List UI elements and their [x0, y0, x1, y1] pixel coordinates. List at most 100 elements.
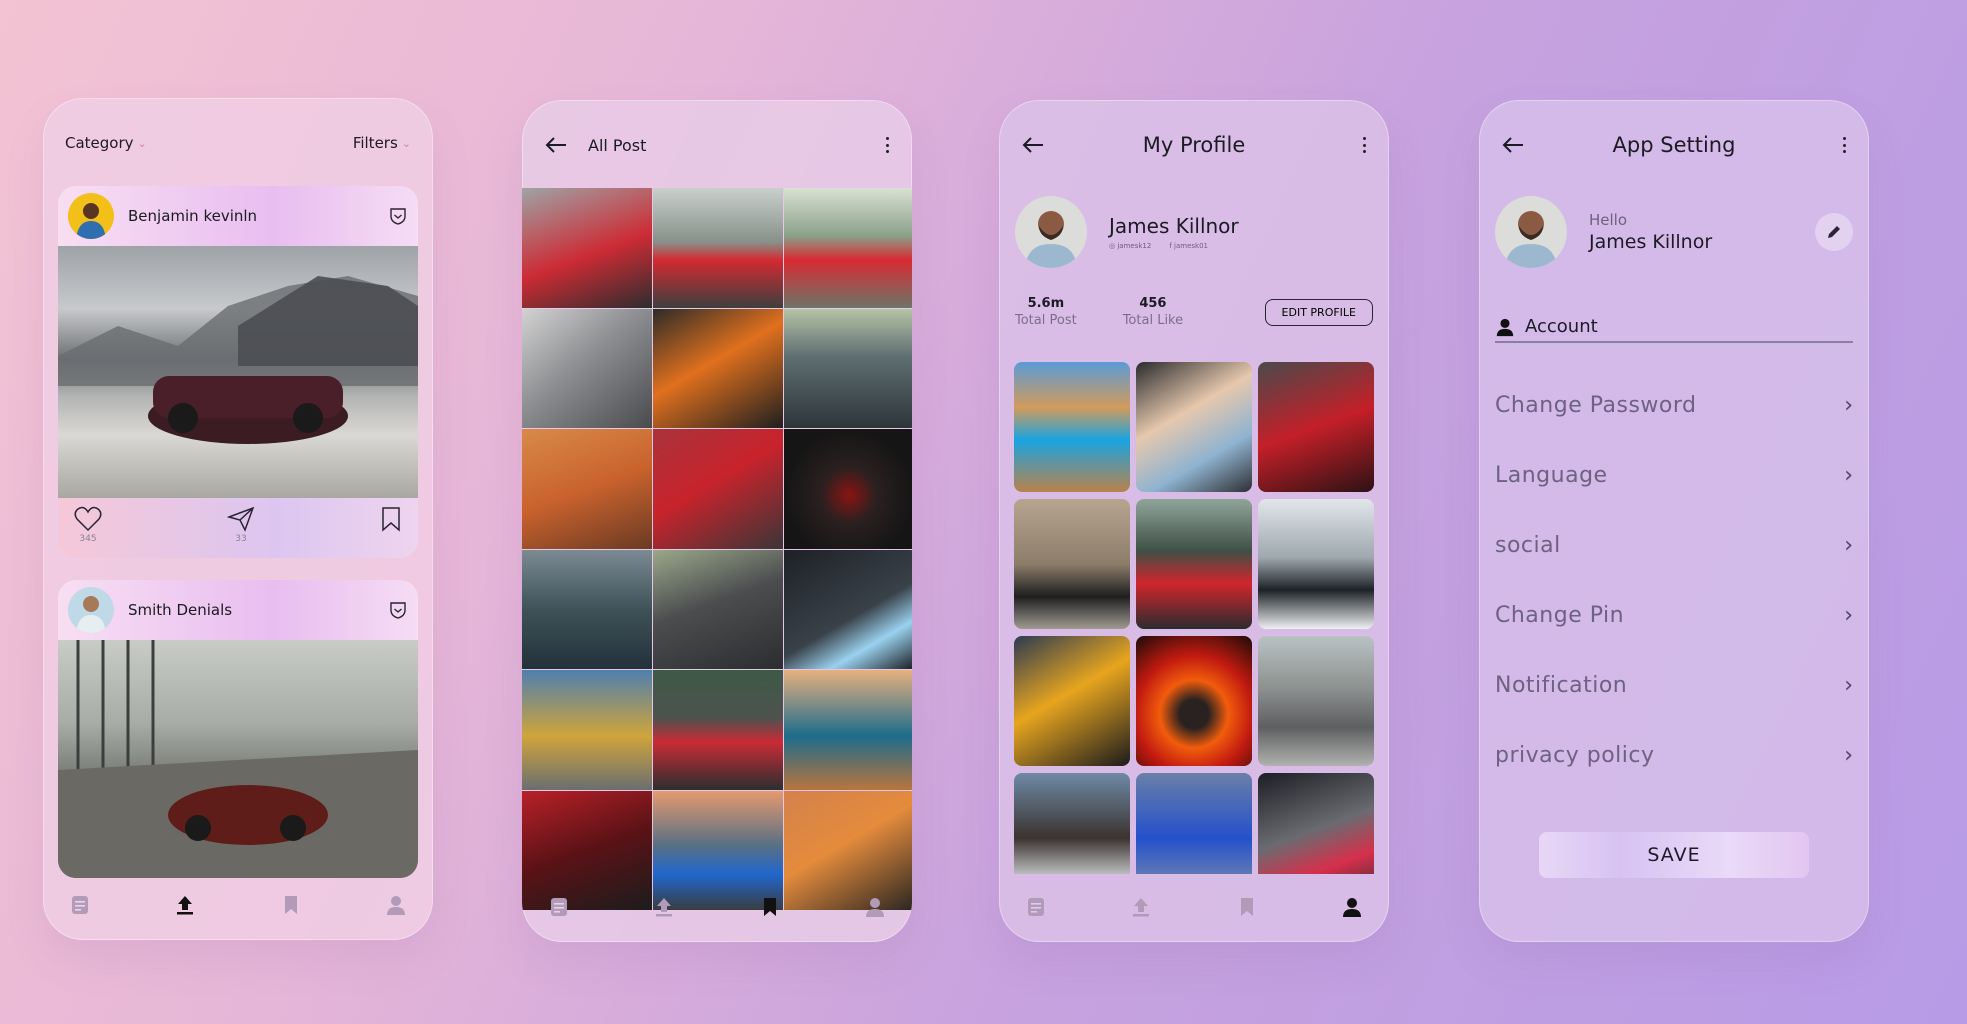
user-name: James Killnor: [1589, 231, 1713, 253]
post-thumbnail[interactable]: [784, 429, 912, 549]
post-thumbnail[interactable]: [653, 308, 783, 428]
menu-item-change-pin[interactable]: Change Pin ›: [1495, 580, 1853, 650]
save-button[interactable]: SAVE: [1539, 832, 1809, 878]
pencil-icon[interactable]: [1815, 213, 1853, 251]
menu-item-language[interactable]: Language ›: [1495, 440, 1853, 510]
feed-header: Category ⌄ Filters ⌄: [43, 98, 433, 188]
post-thumbnail[interactable]: [784, 188, 912, 308]
stat-value: 5.6m: [1027, 296, 1065, 311]
post-thumbnail[interactable]: [1136, 499, 1252, 629]
like-button[interactable]: 345: [74, 506, 102, 544]
post-thumbnail[interactable]: [1136, 636, 1252, 766]
post-thumbnail[interactable]: [1258, 636, 1374, 766]
post-image[interactable]: [58, 246, 418, 498]
post-username[interactable]: Benjamin kevinln: [128, 207, 257, 225]
post-thumbnail[interactable]: [1258, 773, 1374, 874]
avatar[interactable]: [68, 587, 114, 633]
post-thumbnail[interactable]: [653, 549, 783, 669]
post-thumbnail[interactable]: [784, 670, 912, 790]
chevron-right-icon: ›: [1844, 532, 1853, 558]
post-thumbnail[interactable]: [1258, 499, 1374, 629]
post-thumbnail[interactable]: [1014, 362, 1130, 492]
category-dropdown[interactable]: Category ⌄: [65, 134, 147, 152]
user-icon[interactable]: [1339, 894, 1365, 920]
shield-icon[interactable]: [388, 206, 408, 226]
avatar[interactable]: [1495, 196, 1567, 268]
chevron-down-icon: ⌄: [137, 136, 147, 150]
car-image: [58, 640, 418, 878]
section-label: Account: [1525, 316, 1598, 337]
post-thumbnail[interactable]: [1014, 773, 1130, 874]
menu-item-notification[interactable]: Notification ›: [1495, 650, 1853, 720]
bookmark-icon[interactable]: [1234, 894, 1260, 920]
document-icon[interactable]: [1023, 894, 1049, 920]
bookmark-icon[interactable]: [278, 892, 304, 918]
share-count: 33: [235, 534, 247, 544]
chevron-down-icon: ⌄: [401, 136, 411, 150]
more-options-icon[interactable]: [884, 137, 890, 153]
menu-item-label: Change Pin: [1495, 602, 1625, 628]
user-icon[interactable]: [383, 892, 409, 918]
back-arrow-icon[interactable]: [544, 135, 568, 155]
shield-icon[interactable]: [388, 600, 408, 620]
greeting-block: Hello James Killnor: [1589, 211, 1712, 253]
post-thumbnail[interactable]: [522, 308, 652, 428]
menu-item-social[interactable]: social ›: [1495, 510, 1853, 580]
post-card: Smith Denials: [58, 580, 418, 878]
post-thumbnail[interactable]: [784, 549, 912, 669]
post-thumbnail[interactable]: [1258, 362, 1374, 492]
edit-profile-button[interactable]: EDIT PROFILE: [1264, 298, 1373, 326]
document-icon[interactable]: [546, 894, 572, 920]
heart-icon: [74, 506, 102, 532]
facebook-handle-text: jamesk01: [1174, 242, 1208, 250]
chevron-right-icon: ›: [1844, 392, 1853, 418]
profile-info: James Killnor ◎ jamesk12 f jamesk01: [1015, 196, 1373, 268]
instagram-handle[interactable]: ◎ jamesk12: [1109, 242, 1151, 250]
more-options-icon[interactable]: [1361, 137, 1367, 153]
feed-screen: Category ⌄ Filters ⌄ Benjamin kevinln 34…: [43, 98, 433, 940]
upload-icon[interactable]: [1128, 894, 1154, 920]
back-arrow-icon[interactable]: [1501, 135, 1525, 155]
post-header: Benjamin kevinln: [58, 186, 418, 246]
chevron-right-icon: ›: [1844, 462, 1853, 488]
profile-header: My Profile: [999, 100, 1389, 190]
post-thumbnail[interactable]: [1136, 362, 1252, 492]
share-button[interactable]: 33: [227, 506, 255, 544]
back-arrow-icon[interactable]: [1021, 135, 1045, 155]
stat-total-post: 5.6m Total Post: [1015, 296, 1077, 328]
document-icon[interactable]: [67, 892, 93, 918]
avatar[interactable]: [68, 193, 114, 239]
page-title: My Profile: [1142, 133, 1246, 157]
post-thumbnail[interactable]: [522, 670, 652, 790]
post-thumbnail[interactable]: [1014, 499, 1130, 629]
post-thumbnail[interactable]: [653, 670, 783, 790]
post-image[interactable]: [58, 640, 418, 878]
post-thumbnail[interactable]: [1014, 636, 1130, 766]
category-label: Category: [65, 134, 134, 152]
post-thumbnail[interactable]: [522, 549, 652, 669]
post-thumbnail[interactable]: [522, 188, 652, 308]
post-thumbnail[interactable]: [653, 429, 783, 549]
post-thumbnail[interactable]: [653, 188, 783, 308]
post-thumbnail[interactable]: [522, 429, 652, 549]
settings-menu: Change Password › Language › social › Ch…: [1495, 370, 1853, 790]
more-options-icon[interactable]: [1841, 137, 1847, 153]
filters-dropdown[interactable]: Filters ⌄: [353, 134, 411, 152]
post-thumbnail[interactable]: [1136, 773, 1252, 874]
menu-item-label: social: [1495, 532, 1561, 558]
avatar[interactable]: [1015, 196, 1087, 268]
person-portrait: [1025, 211, 1077, 268]
user-icon[interactable]: [862, 894, 888, 920]
menu-item-privacy-policy[interactable]: privacy policy ›: [1495, 720, 1853, 790]
bookmark-icon[interactable]: [757, 894, 783, 920]
post-actions: 345 33: [58, 498, 418, 558]
stat-label: Total Like: [1122, 313, 1184, 328]
post-username[interactable]: Smith Denials: [128, 601, 232, 619]
post-thumbnail[interactable]: [784, 308, 912, 428]
facebook-handle[interactable]: f jamesk01: [1169, 242, 1208, 250]
save-post-button[interactable]: [380, 506, 402, 532]
upload-icon[interactable]: [651, 894, 677, 920]
upload-icon[interactable]: [172, 892, 198, 918]
social-handles: ◎ jamesk12 f jamesk01: [1109, 242, 1239, 250]
menu-item-change-password[interactable]: Change Password ›: [1495, 370, 1853, 440]
